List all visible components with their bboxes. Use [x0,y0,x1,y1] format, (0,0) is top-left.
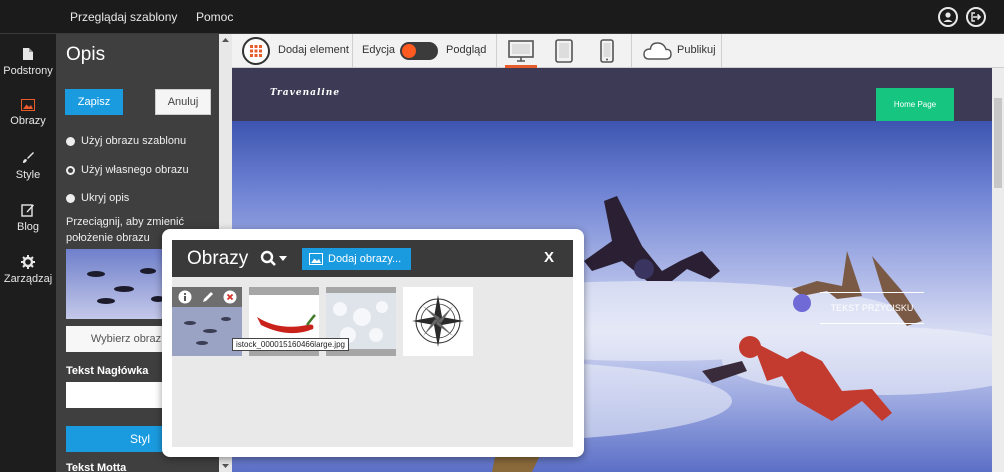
motto-text-label: Tekst Motta [66,462,127,472]
image-library: istock_000015160466large.jpg [172,277,573,447]
radio-hide-description[interactable]: Ukryj opis [66,192,129,204]
rail-item-blog[interactable]: Blog [0,195,56,247]
home-page-button[interactable]: Home Page [876,88,954,121]
rail-label: Style [15,169,41,181]
cloud-icon[interactable] [641,40,673,62]
rail-label: Podstrony [3,65,53,77]
close-dialog-button[interactable]: X [544,249,554,266]
radio-label: Ukryj opis [81,192,130,204]
radio-label: Użyj obrazu szablonu [81,135,187,147]
add-images-label: Dodaj obrazy... [328,253,402,265]
main-navigation-rail: Podstrony Obrazy Style Blog Zarządzaj [0,34,56,472]
image-icon [309,253,323,265]
site-header[interactable]: Travenaline Home Page [232,68,992,121]
scroll-up-icon[interactable] [219,36,232,44]
pencil-icon[interactable] [201,290,215,304]
scrollbar-thumb[interactable] [994,98,1002,188]
scroll-down-icon[interactable] [219,462,232,470]
browse-templates-link[interactable]: Przeglądaj szablony [70,10,177,24]
rail-label: Blog [16,221,40,233]
phone-icon[interactable] [599,39,615,63]
image-icon [21,99,35,111]
radio-own-image[interactable]: Użyj własnego obrazu [66,164,189,176]
toolbar-divider [721,34,722,68]
logout-icon[interactable] [966,7,986,27]
image-tile-compass-rose[interactable] [403,287,473,356]
header-text-label: Tekst Nagłówka [66,365,149,377]
tablet-icon[interactable] [554,39,574,63]
dialog-title: Obrazy [187,248,249,269]
preview-mode-label[interactable]: Podgląd [446,44,486,56]
rail-label: Obrazy [10,115,46,127]
gear-icon [21,255,35,269]
publish-button[interactable]: Publikuj [677,44,716,56]
rail-label: Zarządzaj [3,273,53,285]
add-element-label[interactable]: Dodaj element [278,44,349,56]
page-icon [23,48,33,60]
dialog-header: Obrazy Dodaj obrazy... X [172,240,573,277]
top-bar: Przeglądaj szablony Pomoc [0,0,1004,34]
info-icon[interactable] [178,290,192,304]
site-brand[interactable]: Travenaline [270,88,340,98]
radio-dot [66,193,75,203]
add-element-icon[interactable] [242,37,270,65]
brush-icon [23,152,34,163]
image-position-preview[interactable] [66,249,176,319]
add-images-button[interactable]: Dodaj obrazy... [302,248,411,270]
images-dialog: Obrazy Dodaj obrazy... X istock_00001516… [162,229,584,457]
editor-toolbar: Dodaj element Edycja Podgląd Publikuj [232,34,1004,68]
radio-template-image[interactable]: Użyj obrazu szablonu [66,135,186,147]
rail-item-styles[interactable]: Style [0,143,56,195]
toolbar-divider [631,34,632,68]
save-button[interactable]: Zapisz [65,89,123,115]
edit-icon [21,204,34,217]
rail-item-manage[interactable]: Zarządzaj [0,247,56,299]
help-link[interactable]: Pomoc [196,10,233,24]
rail-item-pages[interactable]: Podstrony [0,39,56,91]
radio-label: Użyj własnego obrazu [81,164,189,176]
cancel-button[interactable]: Anuluj [155,89,211,115]
image-filename-tooltip: istock_000015160466large.jpg [232,338,349,351]
radio-dot-selected [66,165,75,175]
delete-icon[interactable] [223,290,237,304]
edit-preview-toggle[interactable] [400,42,438,60]
desktop-icon[interactable] [507,39,535,63]
toggle-knob [402,44,416,58]
panel-title: Opis [66,44,106,65]
radio-dot [66,136,75,146]
hero-cta-button[interactable]: TEKST PRZYCISKU [820,292,924,324]
user-icon[interactable] [938,7,958,27]
toolbar-divider [496,34,497,68]
toolbar-divider [352,34,353,68]
search-icon[interactable] [260,250,288,268]
preview-scrollbar[interactable] [992,68,1004,472]
edit-mode-label[interactable]: Edycja [362,44,395,56]
header-text-input[interactable] [66,382,176,408]
rail-item-images[interactable]: Obrazy [0,91,56,143]
